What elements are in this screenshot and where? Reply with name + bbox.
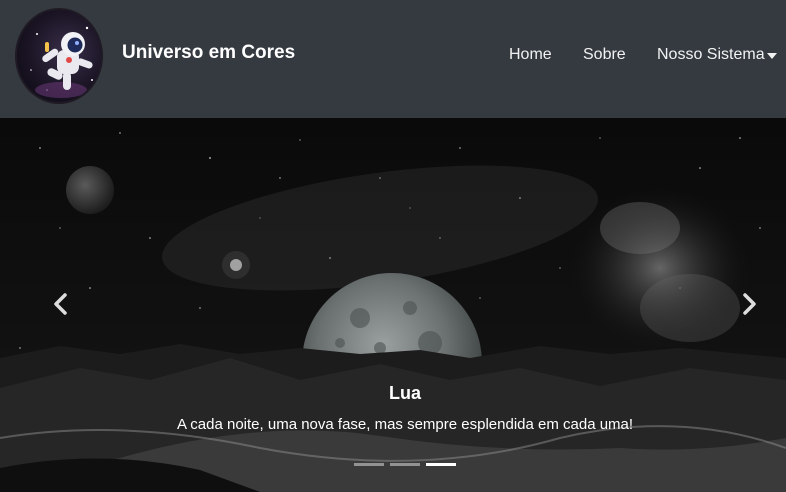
hero-carousel: Lua A cada noite, uma nova fase, mas sem… [0, 118, 786, 492]
brand-title[interactable]: Universo em Cores [122, 42, 295, 64]
slide-caption-title: Lua [388, 383, 421, 403]
navbar: Universo em Cores Home Sobre Nosso Siste… [0, 0, 786, 118]
carousel-indicators [354, 463, 456, 466]
chevron-left-icon [54, 293, 67, 315]
caret-down-icon[interactable] [767, 53, 777, 59]
nav-home-link[interactable]: Home [509, 46, 552, 64]
astronaut-logo[interactable] [15, 8, 103, 104]
chevron-right-icon [743, 293, 756, 315]
carousel-next-button[interactable] [737, 288, 761, 320]
carousel-indicator-1[interactable] [354, 463, 384, 466]
nav-nosso-sistema-dropdown[interactable]: Nosso Sistema [657, 46, 765, 64]
slide-caption-text: A cada noite, uma nova fase, mas sempre … [176, 416, 634, 433]
carousel-indicator-2[interactable] [390, 463, 420, 466]
moon-landscape-image [0, 118, 786, 492]
carousel-indicator-3[interactable] [426, 463, 456, 466]
nav-sobre-link[interactable]: Sobre [583, 46, 626, 64]
carousel-prev-button[interactable] [49, 288, 73, 320]
